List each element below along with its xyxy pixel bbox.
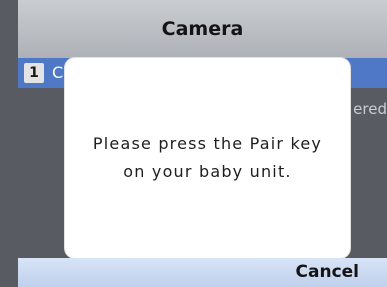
title-bar: Camera — [18, 0, 387, 58]
screen-title: Camera — [161, 18, 244, 40]
camera-screen: Camera 1 C ered Please press the Pair ke… — [0, 0, 387, 287]
list-item-status-text: ered — [353, 100, 387, 118]
pairing-dialog: Please press the Pair key on your baby u… — [65, 58, 350, 258]
softkey-bar: Cancel — [18, 258, 387, 287]
list-item-index-badge: 1 — [24, 63, 44, 83]
list-item-label: C — [52, 63, 64, 82]
dialog-message: Please press the Pair key on your baby u… — [92, 134, 323, 181]
cancel-softkey[interactable]: Cancel — [296, 262, 359, 282]
